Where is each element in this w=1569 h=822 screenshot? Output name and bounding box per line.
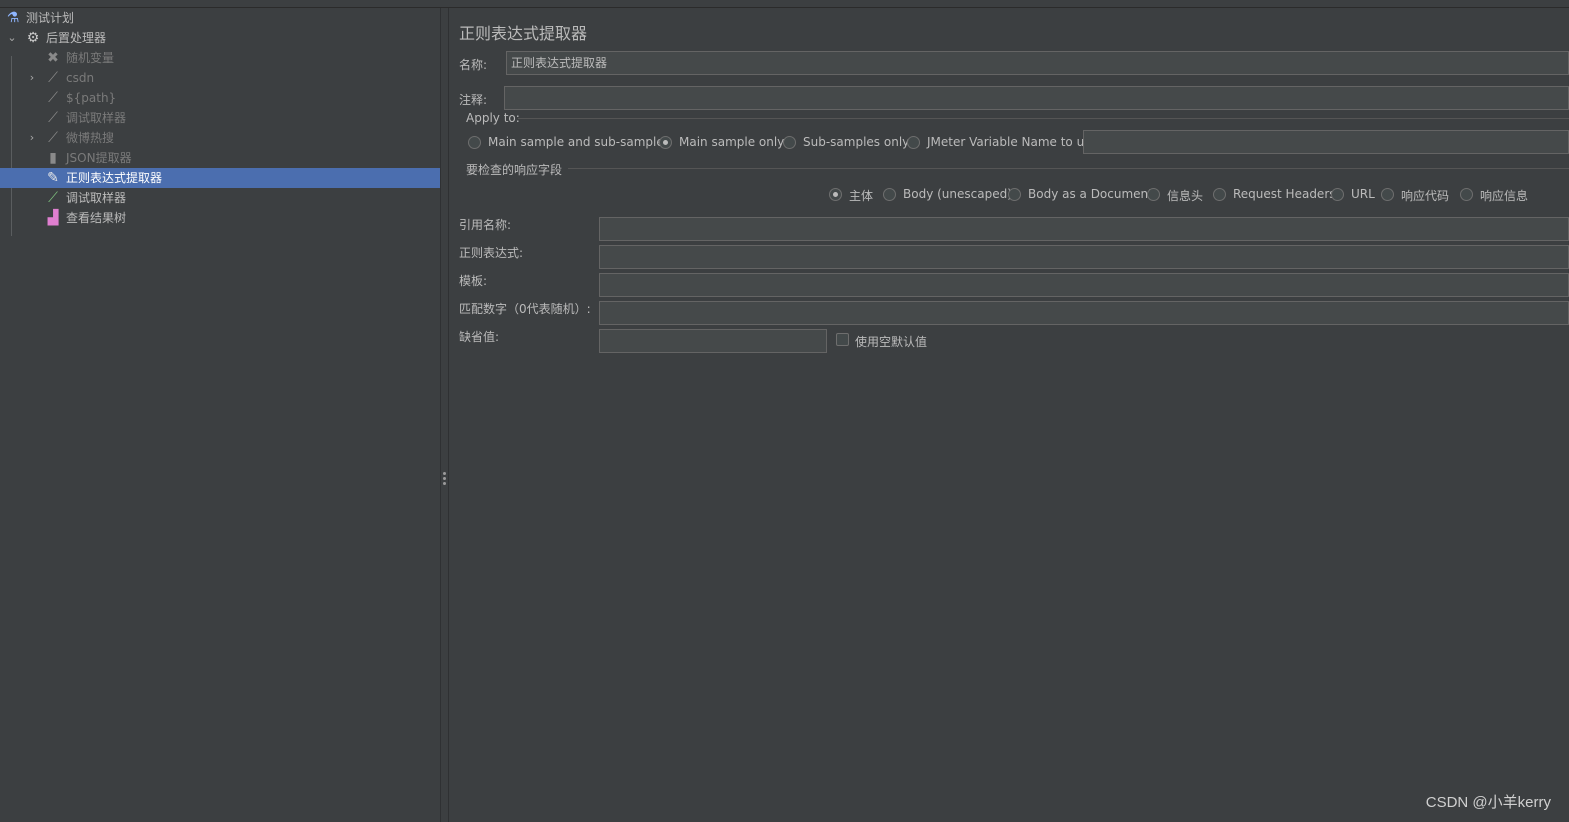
radio-response-message-label[interactable]: 响应信息	[1480, 187, 1528, 204]
radio-url[interactable]	[1331, 188, 1344, 201]
name-label: 名称:	[459, 58, 488, 72]
radio-body[interactable]	[829, 188, 842, 201]
radio-main-and-sub[interactable]	[468, 136, 481, 149]
radio-main-only-label[interactable]: Main sample only	[679, 135, 784, 149]
default-value-field[interactable]	[599, 329, 827, 353]
tree-item-debug-sampler-disabled[interactable]: ⟋ 调试取样器	[0, 108, 440, 128]
use-empty-default-checkbox[interactable]	[836, 333, 849, 346]
apply-to-legend: Apply to:	[466, 111, 520, 125]
radio-main-only[interactable]	[659, 136, 672, 149]
panel-title: 正则表达式提取器	[459, 24, 588, 43]
ref-name-label: 引用名称:	[459, 218, 512, 232]
tree-item-post-processor[interactable]: ⌄ ⚙ 后置处理器	[0, 28, 440, 48]
panel-splitter[interactable]	[440, 8, 449, 822]
template-field[interactable]	[599, 273, 1569, 297]
tree-item-debug-sampler[interactable]: ⟋ 调试取样器	[0, 188, 440, 208]
radio-headers-label[interactable]: 信息头	[1167, 187, 1203, 204]
default-value-label: 缺省值:	[459, 330, 500, 344]
jmeter-variable-field[interactable]	[1083, 130, 1569, 154]
radio-body-document-label[interactable]: Body as a Document	[1028, 187, 1153, 201]
radio-response-message[interactable]	[1460, 188, 1473, 201]
radio-headers[interactable]	[1147, 188, 1160, 201]
radio-body-document[interactable]	[1008, 188, 1021, 201]
test-plan-tree[interactable]: ⚗ 测试计划 ⌄ ⚙ 后置处理器 ✖ 随机变量 › ⟋ csdn ⟋ ${pat…	[0, 8, 440, 822]
document-icon: ▮	[49, 150, 57, 166]
radio-body-label[interactable]: 主体	[849, 187, 873, 204]
tree-item-json-extractor[interactable]: ▮ JSON提取器	[0, 148, 440, 168]
radio-url-label[interactable]: URL	[1351, 187, 1375, 201]
regex-label: 正则表达式:	[459, 246, 524, 260]
toolbar-strip	[0, 0, 1569, 8]
radio-jmeter-variable-label[interactable]: JMeter Variable Name to use	[927, 135, 1098, 149]
gear-icon: ⚙	[26, 30, 40, 46]
field-to-check-legend: 要检查的响应字段	[466, 163, 563, 177]
apply-to-divider	[518, 118, 1569, 119]
document-edit-icon: ✎	[47, 170, 59, 186]
radio-main-and-sub-label[interactable]: Main sample and sub-samples	[488, 135, 670, 149]
comment-label: 注释:	[459, 93, 488, 107]
match-no-field[interactable]	[599, 301, 1569, 325]
splitter-grip-icon[interactable]	[443, 472, 447, 486]
tree-item-weibo-hot[interactable]: › ⟋ 微博热搜	[0, 128, 440, 148]
pipette-icon: ⟋	[48, 110, 58, 126]
template-label: 模板:	[459, 274, 488, 288]
pipette-icon: ⟋	[48, 190, 58, 206]
radio-sub-only[interactable]	[783, 136, 796, 149]
chevron-right-icon[interactable]: ›	[26, 68, 38, 88]
radio-request-headers[interactable]	[1213, 188, 1226, 201]
chart-icon: ▟	[47, 210, 59, 226]
name-field[interactable]: 正则表达式提取器	[506, 51, 1569, 75]
pipette-icon: ⟋	[48, 90, 58, 106]
flask-icon: ⚗	[6, 10, 20, 26]
tools-icon: ✖	[47, 50, 59, 66]
match-no-label: 匹配数字（0代表随机）:	[459, 302, 591, 316]
radio-response-code[interactable]	[1381, 188, 1394, 201]
watermark: CSDN @小羊kerry	[1425, 794, 1551, 811]
regex-field[interactable]	[599, 245, 1569, 269]
field-to-check-divider	[568, 168, 1569, 169]
radio-body-unescaped-label[interactable]: Body (unescaped)	[903, 187, 1012, 201]
tree-item-csdn[interactable]: › ⟋ csdn	[0, 68, 440, 88]
tree-item-path[interactable]: ⟋ ${path}	[0, 88, 440, 108]
chevron-right-icon[interactable]: ›	[26, 128, 38, 148]
comment-field[interactable]	[504, 86, 1569, 110]
pipette-icon: ⟋	[48, 130, 58, 146]
radio-response-code-label[interactable]: 响应代码	[1401, 187, 1449, 204]
tree-item-test-plan[interactable]: ⚗ 测试计划	[0, 8, 440, 28]
tree-item-random-variable[interactable]: ✖ 随机变量	[0, 48, 440, 68]
pipette-icon: ⟋	[48, 70, 58, 86]
use-empty-default-label[interactable]: 使用空默认值	[855, 333, 927, 350]
radio-body-unescaped[interactable]	[883, 188, 896, 201]
radio-request-headers-label[interactable]: Request Headers	[1233, 187, 1336, 201]
ref-name-field[interactable]	[599, 217, 1569, 241]
radio-jmeter-variable[interactable]	[907, 136, 920, 149]
chevron-down-icon[interactable]: ⌄	[6, 28, 18, 48]
radio-sub-only-label[interactable]: Sub-samples only	[803, 135, 909, 149]
regex-extractor-panel: 正则表达式提取器 名称: 正则表达式提取器 注释: Apply to: Main…	[450, 8, 1569, 822]
tree-item-view-results-tree[interactable]: ▟ 查看结果树	[0, 208, 440, 228]
tree-item-regex-extractor[interactable]: ✎ 正则表达式提取器	[0, 168, 440, 188]
